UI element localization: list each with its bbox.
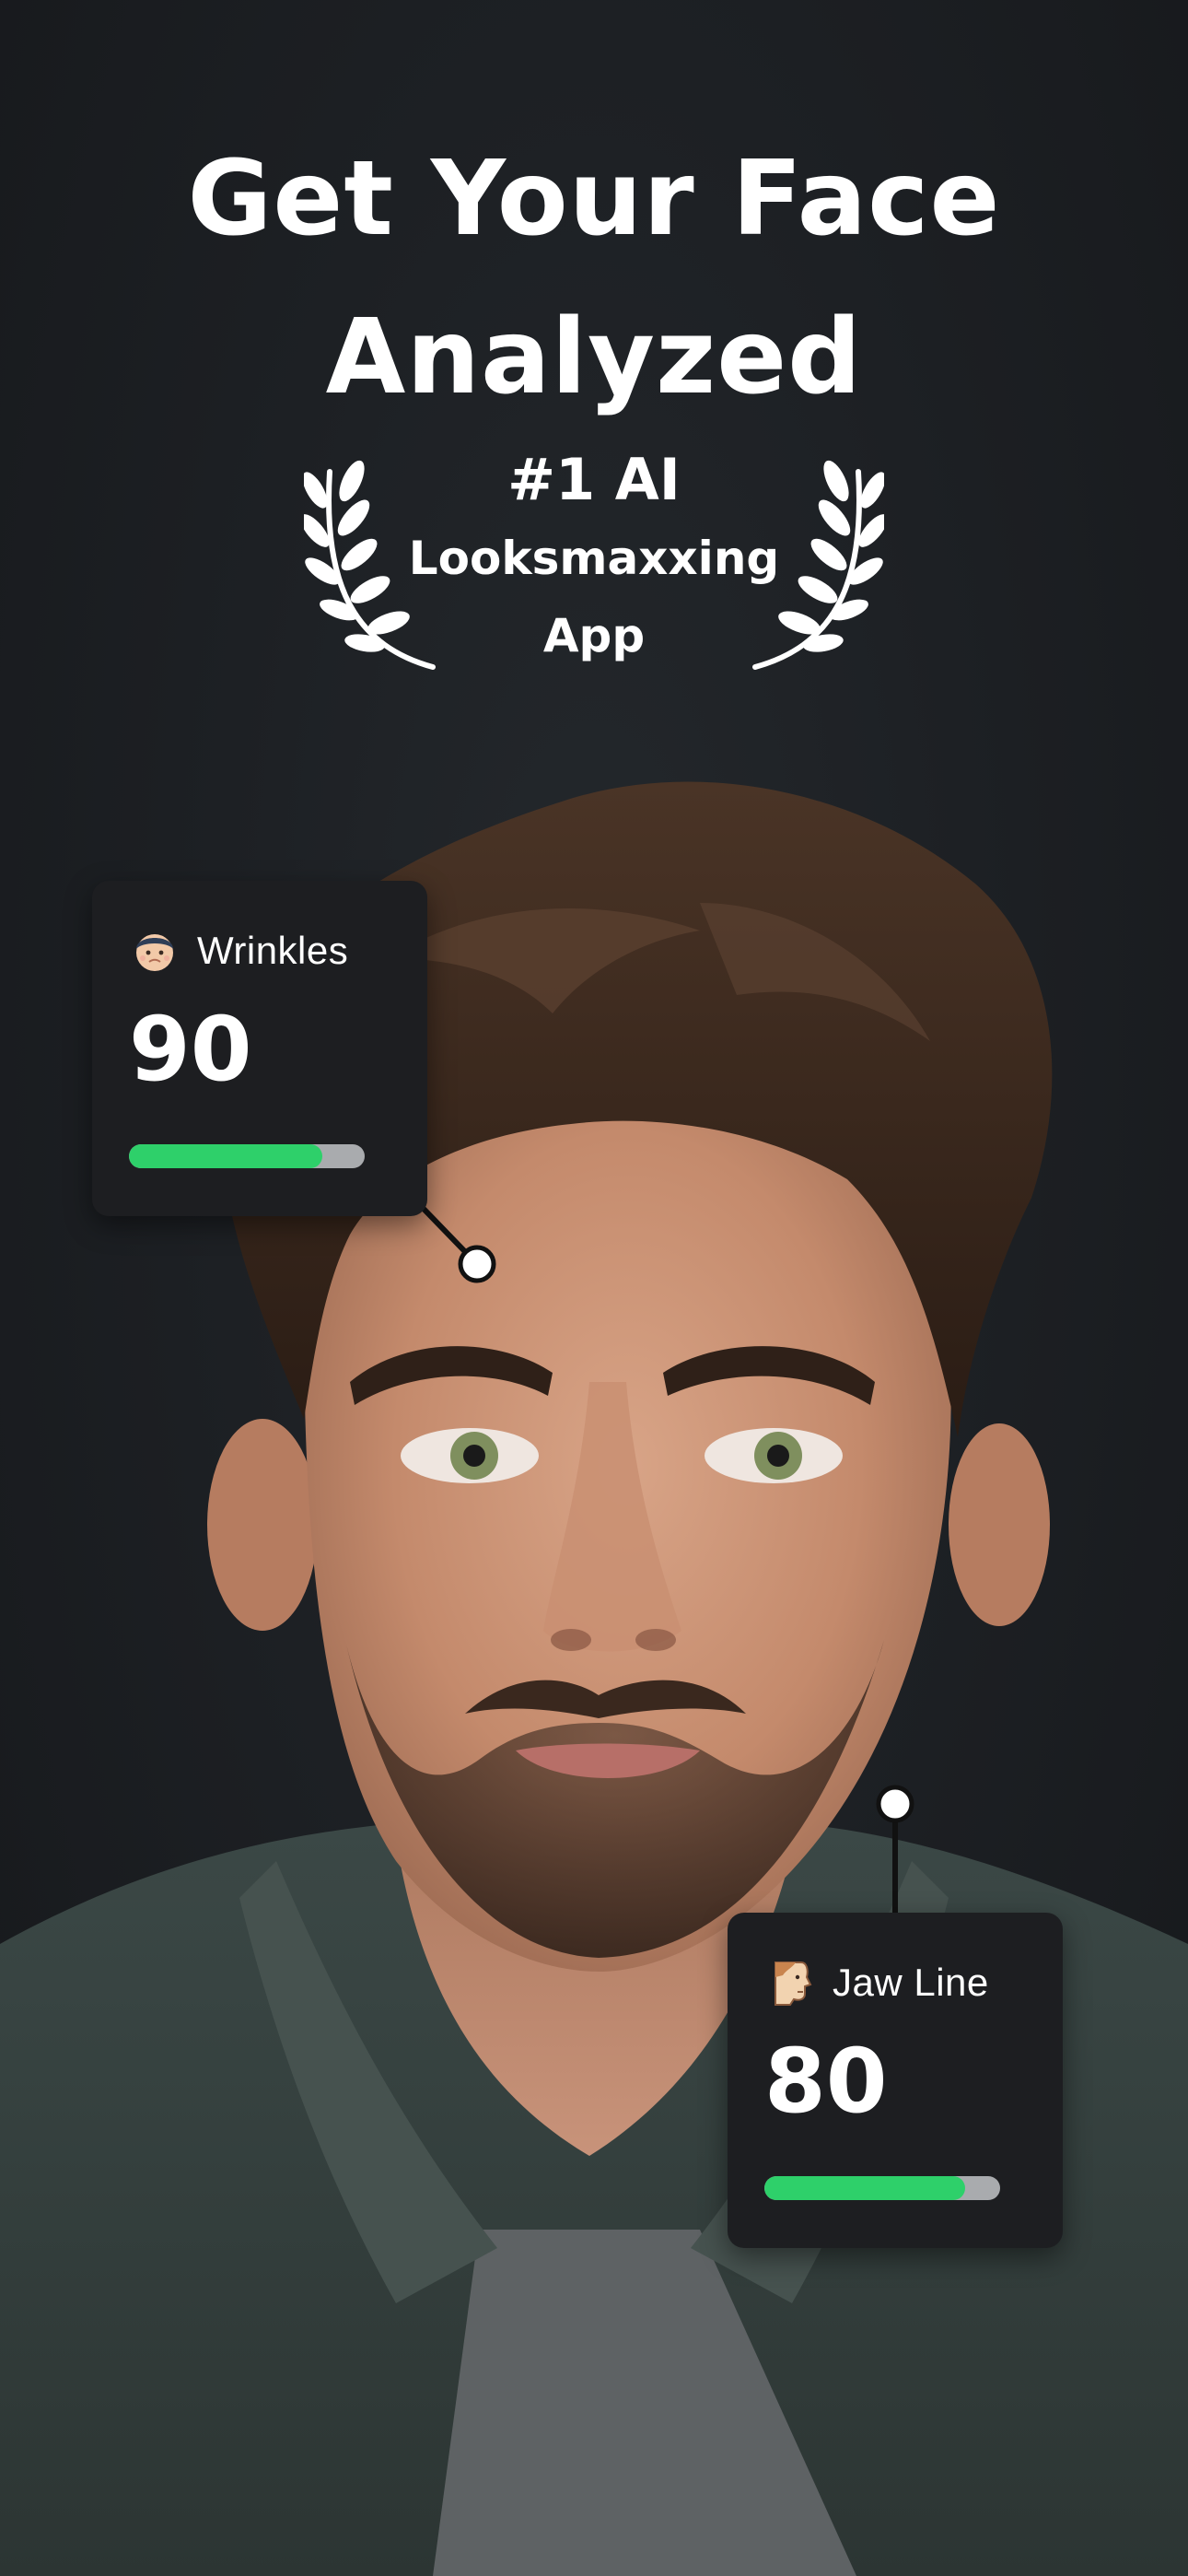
- award-badge: #1 AI Looksmaxxing App: [304, 440, 884, 680]
- metric-score: 80: [764, 2030, 888, 2133]
- headline-line-2: Analyzed: [325, 298, 863, 417]
- metric-progress-bar: [764, 2176, 1000, 2200]
- metric-progress-fill: [764, 2176, 965, 2200]
- face-avatar-icon: [136, 934, 173, 971]
- award-title: Looksmaxxing: [408, 532, 780, 585]
- metric-progress-fill: [129, 1144, 322, 1168]
- metric-card-jaw-line: Jaw Line 80: [728, 1913, 1063, 2248]
- metric-header: Wrinkles: [129, 923, 348, 978]
- headline: Get Your Face Analyzed: [0, 120, 1188, 437]
- metric-header: Jaw Line: [764, 1955, 989, 2010]
- jaw-profile-icon: [775, 1961, 812, 2006]
- metric-score: 90: [129, 998, 252, 1101]
- award-text: #1 AI Looksmaxxing App: [405, 440, 783, 674]
- award-rank: #1 AI: [507, 446, 681, 513]
- award-subtitle: App: [542, 609, 646, 662]
- metric-label: Jaw Line: [833, 1961, 989, 2004]
- screen: Get Your Face Analyzed #1 AI Looksmaxxin…: [0, 0, 1188, 2576]
- headline-line-1: Get Your Face: [187, 139, 1001, 259]
- metric-label: Wrinkles: [197, 929, 349, 972]
- metric-card-wrinkles: Wrinkles 90: [92, 881, 427, 1216]
- metric-progress-bar: [129, 1144, 365, 1168]
- laurel-right-icon: [752, 460, 884, 670]
